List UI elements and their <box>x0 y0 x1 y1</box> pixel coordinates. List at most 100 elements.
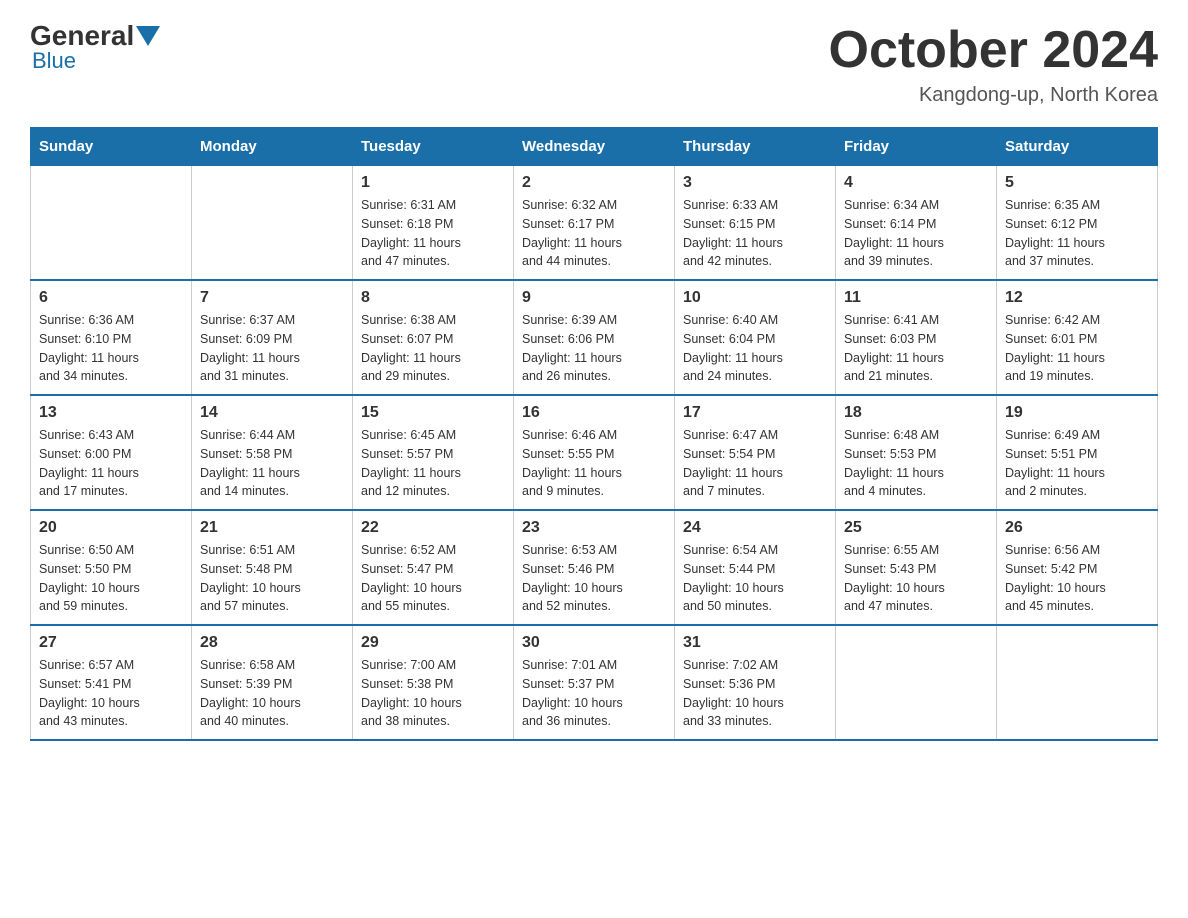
day-number: 24 <box>683 519 827 537</box>
day-info: Sunrise: 7:00 AM Sunset: 5:38 PM Dayligh… <box>361 656 505 731</box>
day-info: Sunrise: 6:49 AM Sunset: 5:51 PM Dayligh… <box>1005 426 1149 501</box>
table-row: 16Sunrise: 6:46 AM Sunset: 5:55 PM Dayli… <box>514 395 675 510</box>
table-row: 7 Sunrise: 6:37 AM Sunset: 6:09 PM Daylig… <box>192 280 353 395</box>
header-wednesday: Wednesday <box>514 128 675 166</box>
day-number: 9 <box>522 289 666 307</box>
day-number: 12 <box>1005 289 1149 307</box>
day-number: 10 <box>683 289 827 307</box>
day-info: Sunrise: 6:57 AM Sunset: 5:41 PM Dayligh… <box>39 656 183 731</box>
day-info: Sunrise: 6:54 AM Sunset: 5:44 PM Dayligh… <box>683 541 827 616</box>
day-number: 30 <box>522 634 666 652</box>
table-row: 29 Sunrise: 7:00 AM Sunset: 5:38 PM Dayli… <box>353 625 514 740</box>
calendar-week-row: 13 Sunrise: 6:43 AM Sunset: 6:00 PM Dayli… <box>31 395 1158 510</box>
table-row: 25 Sunrise: 6:55 AM Sunset: 5:43 PM Dayli… <box>836 510 997 625</box>
day-info: Sunrise: 6:50 AM Sunset: 5:50 PM Dayligh… <box>39 541 183 616</box>
day-number: 1 <box>361 174 505 192</box>
table-row: 14 Sunrise: 6:44 AM Sunset: 5:58 PM Dayli… <box>192 395 353 510</box>
header-saturday: Saturday <box>997 128 1158 166</box>
day-number: 26 <box>1005 519 1149 537</box>
day-number: 5 <box>1005 174 1149 192</box>
day-number: 2 <box>522 174 666 192</box>
calendar-header-row: Sunday Monday Tuesday Wednesday Thursday… <box>31 128 1158 166</box>
day-info: Sunrise: 6:56 AM Sunset: 5:42 PM Dayligh… <box>1005 541 1149 616</box>
title-section: October 2024 Kangdong-up, North Korea <box>829 20 1159 107</box>
day-number: 21 <box>200 519 344 537</box>
table-row <box>31 166 192 281</box>
header-friday: Friday <box>836 128 997 166</box>
day-info: Sunrise: 6:41 AM Sunset: 6:03 PM Dayligh… <box>844 311 988 386</box>
table-row: 18Sunrise: 6:48 AM Sunset: 5:53 PM Dayli… <box>836 395 997 510</box>
header-sunday: Sunday <box>31 128 192 166</box>
day-info: Sunrise: 6:37 AM Sunset: 6:09 PM Dayligh… <box>200 311 344 386</box>
day-info: Sunrise: 6:45 AM Sunset: 5:57 PM Dayligh… <box>361 426 505 501</box>
day-number: 29 <box>361 634 505 652</box>
day-number: 27 <box>39 634 183 652</box>
table-row: 17 Sunrise: 6:47 AM Sunset: 5:54 PM Dayli… <box>675 395 836 510</box>
table-row: 1 Sunrise: 6:31 AM Sunset: 6:18 PM Daylig… <box>353 166 514 281</box>
day-number: 14 <box>200 404 344 422</box>
day-info: Sunrise: 6:38 AM Sunset: 6:07 PM Dayligh… <box>361 311 505 386</box>
table-row: 8 Sunrise: 6:38 AM Sunset: 6:07 PM Daylig… <box>353 280 514 395</box>
day-info: Sunrise: 6:39 AM Sunset: 6:06 PM Dayligh… <box>522 311 666 386</box>
table-row: 13 Sunrise: 6:43 AM Sunset: 6:00 PM Dayli… <box>31 395 192 510</box>
day-info: Sunrise: 6:51 AM Sunset: 5:48 PM Dayligh… <box>200 541 344 616</box>
table-row: 22 Sunrise: 6:52 AM Sunset: 5:47 PM Dayli… <box>353 510 514 625</box>
day-number: 31 <box>683 634 827 652</box>
month-title: October 2024 <box>829 20 1159 80</box>
day-number: 20 <box>39 519 183 537</box>
day-info: Sunrise: 7:01 AM Sunset: 5:37 PM Dayligh… <box>522 656 666 731</box>
day-number: 7 <box>200 289 344 307</box>
day-info: Sunrise: 6:40 AM Sunset: 6:04 PM Dayligh… <box>683 311 827 386</box>
table-row: 6Sunrise: 6:36 AM Sunset: 6:10 PM Daylig… <box>31 280 192 395</box>
table-row <box>997 625 1158 740</box>
day-info: Sunrise: 7:02 AM Sunset: 5:36 PM Dayligh… <box>683 656 827 731</box>
table-row: 24 Sunrise: 6:54 AM Sunset: 5:44 PM Dayli… <box>675 510 836 625</box>
table-row: 26 Sunrise: 6:56 AM Sunset: 5:42 PM Dayli… <box>997 510 1158 625</box>
day-info: Sunrise: 6:32 AM Sunset: 6:17 PM Dayligh… <box>522 196 666 271</box>
day-number: 17 <box>683 404 827 422</box>
table-row: 2 Sunrise: 6:32 AM Sunset: 6:17 PM Daylig… <box>514 166 675 281</box>
day-info: Sunrise: 6:43 AM Sunset: 6:00 PM Dayligh… <box>39 426 183 501</box>
day-number: 23 <box>522 519 666 537</box>
table-row: 28 Sunrise: 6:58 AM Sunset: 5:39 PM Dayli… <box>192 625 353 740</box>
day-info: Sunrise: 6:36 AM Sunset: 6:10 PM Dayligh… <box>39 311 183 386</box>
day-number: 15 <box>361 404 505 422</box>
day-info: Sunrise: 6:31 AM Sunset: 6:18 PM Dayligh… <box>361 196 505 271</box>
table-row <box>836 625 997 740</box>
day-number: 22 <box>361 519 505 537</box>
logo-triangle-icon <box>136 26 160 46</box>
day-number: 3 <box>683 174 827 192</box>
day-number: 13 <box>39 404 183 422</box>
table-row: 11Sunrise: 6:41 AM Sunset: 6:03 PM Dayli… <box>836 280 997 395</box>
day-number: 8 <box>361 289 505 307</box>
table-row: 31 Sunrise: 7:02 AM Sunset: 5:36 PM Dayli… <box>675 625 836 740</box>
page-header: General Blue October 2024 Kangdong-up, N… <box>30 20 1158 107</box>
day-number: 16 <box>522 404 666 422</box>
table-row <box>192 166 353 281</box>
day-info: Sunrise: 6:35 AM Sunset: 6:12 PM Dayligh… <box>1005 196 1149 271</box>
day-info: Sunrise: 6:53 AM Sunset: 5:46 PM Dayligh… <box>522 541 666 616</box>
day-number: 4 <box>844 174 988 192</box>
header-tuesday: Tuesday <box>353 128 514 166</box>
day-info: Sunrise: 6:52 AM Sunset: 5:47 PM Dayligh… <box>361 541 505 616</box>
day-number: 25 <box>844 519 988 537</box>
table-row: 9 Sunrise: 6:39 AM Sunset: 6:06 PM Daylig… <box>514 280 675 395</box>
day-number: 28 <box>200 634 344 652</box>
day-info: Sunrise: 6:44 AM Sunset: 5:58 PM Dayligh… <box>200 426 344 501</box>
table-row: 10 Sunrise: 6:40 AM Sunset: 6:04 PM Dayli… <box>675 280 836 395</box>
calendar-week-row: 1 Sunrise: 6:31 AM Sunset: 6:18 PM Daylig… <box>31 166 1158 281</box>
table-row: 30 Sunrise: 7:01 AM Sunset: 5:37 PM Dayli… <box>514 625 675 740</box>
table-row: 27 Sunrise: 6:57 AM Sunset: 5:41 PM Dayli… <box>31 625 192 740</box>
day-info: Sunrise: 6:47 AM Sunset: 5:54 PM Dayligh… <box>683 426 827 501</box>
header-monday: Monday <box>192 128 353 166</box>
day-info: Sunrise: 6:33 AM Sunset: 6:15 PM Dayligh… <box>683 196 827 271</box>
calendar-week-row: 20 Sunrise: 6:50 AM Sunset: 5:50 PM Dayli… <box>31 510 1158 625</box>
table-row: 4Sunrise: 6:34 AM Sunset: 6:14 PM Daylig… <box>836 166 997 281</box>
location-text: Kangdong-up, North Korea <box>829 84 1159 107</box>
table-row: 12Sunrise: 6:42 AM Sunset: 6:01 PM Dayli… <box>997 280 1158 395</box>
table-row: 23 Sunrise: 6:53 AM Sunset: 5:46 PM Dayli… <box>514 510 675 625</box>
day-info: Sunrise: 6:55 AM Sunset: 5:43 PM Dayligh… <box>844 541 988 616</box>
calendar-table: Sunday Monday Tuesday Wednesday Thursday… <box>30 127 1158 741</box>
day-number: 19 <box>1005 404 1149 422</box>
day-info: Sunrise: 6:58 AM Sunset: 5:39 PM Dayligh… <box>200 656 344 731</box>
